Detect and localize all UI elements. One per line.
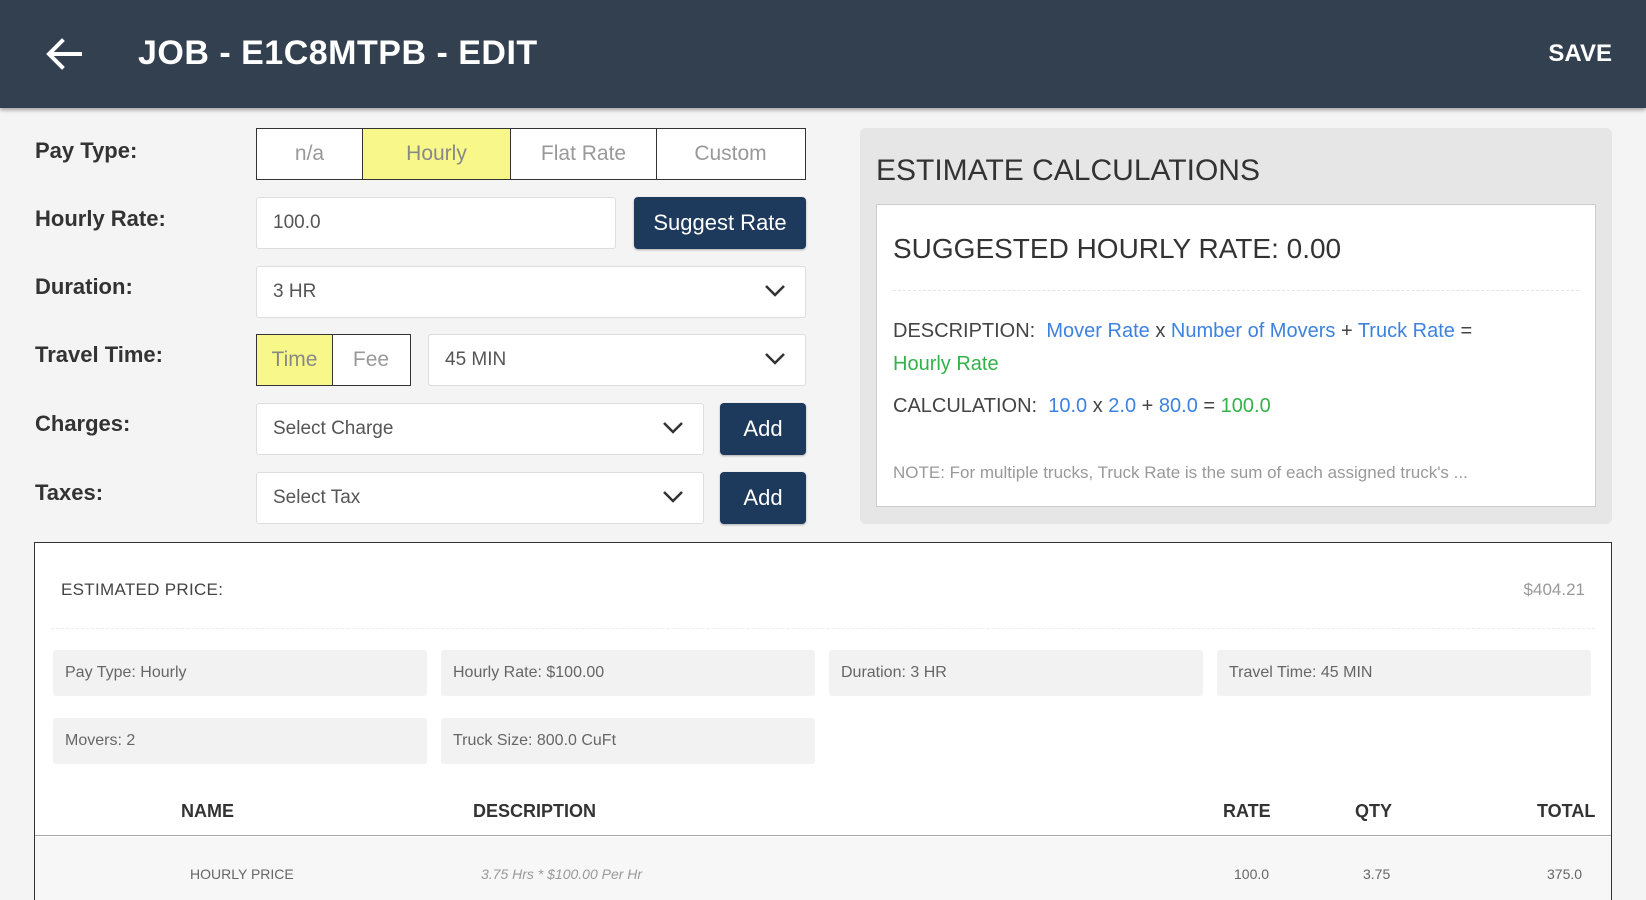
- operator: x: [1155, 320, 1166, 342]
- charges-label: Charges:: [35, 411, 131, 436]
- summary-truck-size: Truck Size: 800.0 CuFt: [441, 718, 815, 764]
- description-formula: DESCRIPTION: Mover Rate x Number of Move…: [893, 315, 1583, 381]
- row-qty: 3.75: [1363, 866, 1391, 882]
- summary-travel-time: Travel Time: 45 MIN: [1217, 650, 1591, 696]
- divider: [51, 628, 1595, 629]
- add-charge-button[interactable]: Add: [720, 403, 806, 455]
- chevron-down-icon: [765, 285, 785, 297]
- calc-truck-rate: 80.0: [1158, 395, 1198, 417]
- row-rate: 100.0: [1234, 866, 1270, 882]
- column-header-description: DESCRIPTION: [473, 801, 597, 821]
- chevron-down-icon: [663, 491, 683, 503]
- travel-time-select[interactable]: 45 MIN: [428, 334, 806, 386]
- summary-duration: Duration: 3 HR: [829, 650, 1203, 696]
- column-header-total: TOTAL: [1537, 801, 1596, 821]
- duration-select[interactable]: 3 HR: [256, 266, 806, 318]
- travel-time-option-fee[interactable]: Fee: [333, 335, 409, 385]
- chevron-down-icon: [663, 422, 683, 434]
- estimated-price-panel: ESTIMATED PRICE: $404.21 Pay Type: Hourl…: [34, 542, 1612, 900]
- summary-movers: Movers: 2: [53, 718, 427, 764]
- pay-type-segmented: n/a Hourly Flat Rate Custom: [256, 128, 806, 180]
- estimated-price-label: ESTIMATED PRICE:: [61, 580, 224, 599]
- row-total: 375.0: [1547, 866, 1583, 882]
- row-description: 3.75 Hrs * $100.00 Per Hr: [481, 866, 643, 882]
- summary-hourly-rate: Hourly Rate: $100.00: [441, 650, 815, 696]
- pay-type-option-hourly[interactable]: Hourly: [363, 129, 511, 179]
- table-header-divider: [35, 835, 1611, 836]
- divider: [893, 290, 1579, 291]
- calc-mover-rate: 10.0: [1048, 395, 1088, 417]
- page-title: JOB - E1C8MTPB - EDIT: [138, 34, 538, 72]
- truck-rate-note: NOTE: For multiple trucks, Truck Rate is…: [893, 463, 1468, 482]
- travel-time-label: Travel Time:: [35, 342, 163, 367]
- estimated-price-value: $404.21: [1523, 580, 1585, 599]
- operator: =: [1460, 320, 1473, 342]
- column-header-rate: RATE: [1223, 801, 1271, 821]
- suggest-rate-button[interactable]: Suggest Rate: [634, 197, 806, 249]
- hourly-rate-input[interactable]: 100.0: [256, 197, 616, 249]
- estimate-calculations-title: ESTIMATE CALCULATIONS: [876, 154, 1260, 187]
- calc-result: 100.0: [1220, 395, 1271, 417]
- add-tax-button[interactable]: Add: [720, 472, 806, 524]
- travel-time-segmented: Time Fee: [256, 334, 411, 386]
- row-name: HOURLY PRICE: [190, 866, 294, 882]
- duration-value: 3 HR: [273, 281, 317, 302]
- operator: =: [1203, 395, 1216, 417]
- operator: +: [1141, 395, 1154, 417]
- operator: x: [1092, 395, 1103, 417]
- tax-select-placeholder: Select Tax: [273, 487, 361, 508]
- estimate-calculations-panel: ESTIMATE CALCULATIONS SUGGESTED HOURLY R…: [860, 128, 1612, 524]
- description-label: DESCRIPTION:: [893, 320, 1036, 342]
- taxes-label: Taxes:: [35, 480, 104, 505]
- pay-type-label: Pay Type:: [35, 138, 138, 163]
- term-hourly-rate: Hourly Rate: [893, 353, 999, 375]
- column-header-name: NAME: [181, 801, 234, 821]
- chevron-down-icon: [765, 353, 785, 365]
- pay-type-option-flat-rate[interactable]: Flat Rate: [511, 129, 657, 179]
- duration-label: Duration:: [35, 274, 133, 299]
- term-mover-rate: Mover Rate: [1046, 320, 1150, 342]
- save-button[interactable]: SAVE: [1548, 40, 1612, 68]
- term-number-of-movers: Number of Movers: [1170, 320, 1336, 342]
- suggested-hourly-rate: SUGGESTED HOURLY RATE: 0.00: [893, 233, 1342, 264]
- back-arrow-icon[interactable]: [40, 30, 88, 78]
- travel-time-option-time[interactable]: Time: [257, 335, 333, 385]
- pay-type-option-custom[interactable]: Custom: [657, 129, 804, 179]
- calc-number-of-movers: 2.0: [1108, 395, 1137, 417]
- estimate-card: SUGGESTED HOURLY RATE: 0.00 DESCRIPTION:…: [876, 204, 1596, 507]
- travel-time-value: 45 MIN: [445, 349, 507, 370]
- operator: +: [1340, 320, 1353, 342]
- calculation-label: CALCULATION:: [893, 395, 1038, 417]
- calculation-formula: CALCULATION: 10.0 x 2.0 + 80.0 = 100.0: [893, 395, 1271, 418]
- charge-select-placeholder: Select Charge: [273, 418, 394, 439]
- app-bar: JOB - E1C8MTPB - EDIT SAVE: [0, 0, 1646, 108]
- pay-type-option-na[interactable]: n/a: [257, 129, 363, 179]
- charge-select[interactable]: Select Charge: [256, 403, 704, 455]
- hourly-rate-label: Hourly Rate:: [35, 206, 166, 231]
- tax-select[interactable]: Select Tax: [256, 472, 704, 524]
- term-truck-rate: Truck Rate: [1357, 320, 1455, 342]
- summary-pay-type: Pay Type: Hourly: [53, 650, 427, 696]
- column-header-qty: QTY: [1355, 801, 1393, 821]
